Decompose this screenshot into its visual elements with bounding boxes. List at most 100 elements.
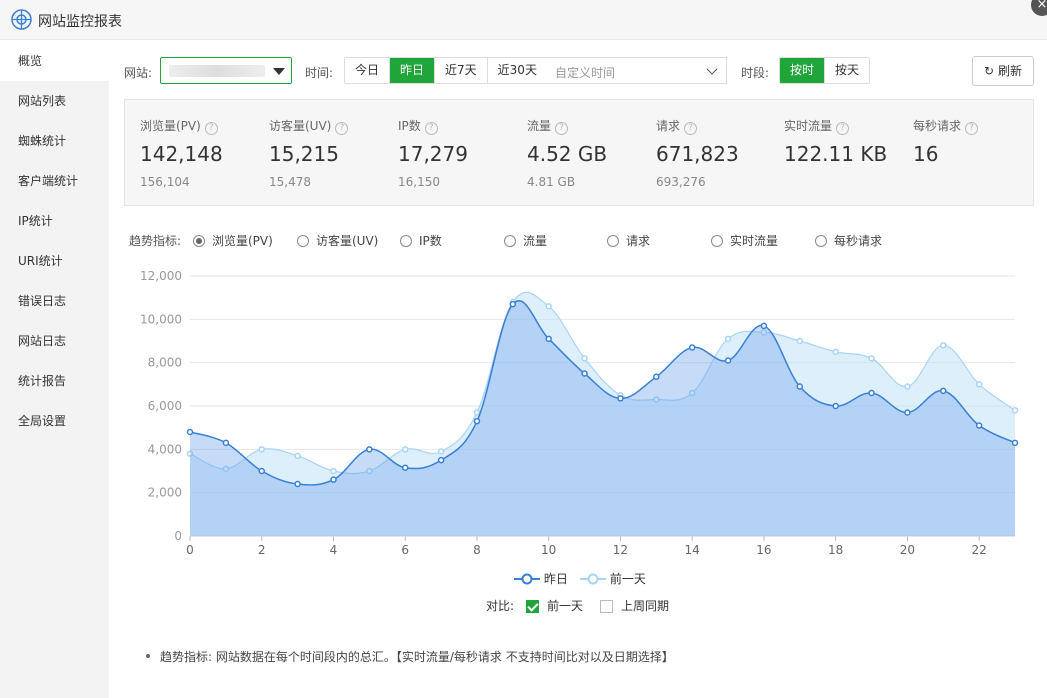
radio-icon	[504, 235, 516, 247]
period-group: 按时 按天	[779, 57, 871, 84]
y-tick-label: 8,000	[148, 356, 182, 370]
compare-label: 对比:	[486, 599, 515, 613]
sidebar-item-sites[interactable]: 网站列表	[0, 81, 109, 121]
x-tick-label: 0	[186, 543, 194, 557]
time-today-button[interactable]: 今日	[345, 58, 391, 83]
footnote: 趋势指标: 网站数据在每个时间段内的总汇。【实时流量/每秒请求 不支持时间比对以…	[146, 648, 674, 665]
data-point	[653, 373, 660, 380]
stat-prev: 15,478	[269, 175, 311, 189]
stat-prev: 4.81 GB	[527, 175, 576, 189]
data-point	[437, 448, 445, 455]
trend-chart[interactable]: 0 2,000 4,000 6,000 8,000 10,000 12,000 0 2 4 6 8 10…	[120, 262, 1030, 557]
stat-value: 671,823	[656, 142, 739, 166]
time-30days-button[interactable]: 近30天	[487, 58, 547, 83]
data-point	[330, 476, 337, 483]
data-point	[294, 480, 301, 488]
data-point	[832, 402, 839, 410]
stat-value: 4.52 GB	[527, 142, 608, 166]
trend-radio-rps[interactable]: 每秒请求	[815, 232, 882, 249]
stat-name: IP数	[398, 119, 421, 133]
x-tick-label: 16	[756, 543, 771, 557]
data-point	[186, 428, 194, 436]
radio-label: 每秒请求	[834, 234, 883, 248]
help-icon[interactable]: ?	[684, 122, 698, 135]
help-icon[interactable]: ?	[424, 122, 438, 135]
data-point	[366, 446, 373, 453]
legend-label: 前一天	[609, 572, 646, 586]
radio-checked-icon	[193, 235, 205, 247]
help-icon[interactable]: ?	[965, 122, 979, 135]
close-icon[interactable]: ×	[1031, 0, 1047, 16]
trend-radio-traffic[interactable]: 流量	[504, 232, 547, 249]
radio-label: 访客量(UV)	[316, 234, 379, 248]
sidebar-item-ip[interactable]: IP统计	[0, 201, 109, 241]
stat-name: 实时流量	[784, 119, 833, 133]
period-hourly-button[interactable]: 按时	[780, 58, 826, 83]
sidebar-item-overview[interactable]: 概览	[0, 41, 109, 81]
compare-last-week-checkbox[interactable]: 上周同期	[600, 597, 669, 614]
stat-prev: 16,150	[398, 175, 440, 189]
data-point	[868, 355, 875, 362]
compare-prev-day-checkbox[interactable]: 前一天	[526, 597, 583, 614]
help-icon[interactable]: ?	[555, 122, 569, 135]
period-daily-button[interactable]: 按天	[825, 58, 870, 83]
x-tick-label: 4	[330, 543, 338, 557]
stat-name: 每秒请求	[913, 119, 962, 133]
time-yesterday-button[interactable]: 昨日	[390, 58, 436, 83]
sidebar-item-spiders[interactable]: 蜘蛛统计	[0, 121, 109, 161]
stat-name: 流量	[527, 119, 552, 133]
sidebar-item-error-log[interactable]: 错误日志	[0, 281, 109, 321]
stats-panel: 浏览量(PV)? 142,148 156,104 访客量(UV)? 15,215…	[124, 99, 1034, 206]
trend-radio-pv[interactable]: 浏览量(PV)	[193, 232, 273, 249]
stat-value: 122.11 KB	[784, 142, 888, 166]
stat-prev: 693,276	[656, 175, 706, 189]
help-icon[interactable]: ?	[335, 122, 349, 135]
app-title: 网站监控报表	[38, 14, 122, 30]
checkbox-label: 上周同期	[621, 599, 670, 613]
chevron-down-icon	[706, 63, 718, 75]
site-select[interactable]	[160, 57, 292, 84]
radio-icon	[607, 235, 619, 247]
trend-radio-realtime[interactable]: 实时流量	[711, 232, 778, 249]
y-tick-label: 4,000	[148, 442, 182, 456]
title-bar: 网站监控报表 ×	[0, 0, 1047, 40]
refresh-button[interactable]: ↻ 刷新	[972, 56, 1034, 86]
data-point	[868, 389, 875, 397]
y-tick-label: 6,000	[148, 399, 182, 413]
sidebar-item-clients[interactable]: 客户端统计	[0, 161, 109, 201]
legend-today[interactable]: 昨日	[514, 570, 568, 587]
time-7days-button[interactable]: 近7天	[435, 58, 488, 83]
globe-logo-icon	[11, 9, 32, 30]
time-label: 时间:	[305, 66, 334, 80]
legend-prev[interactable]: 前一天	[580, 570, 646, 587]
sidebar: 概览 网站列表 蜘蛛统计 客户端统计 IP统计 URI统计 错误日志 网站日志 …	[0, 41, 109, 698]
trend-radio-requests[interactable]: 请求	[607, 232, 650, 249]
radio-icon	[711, 235, 723, 247]
sidebar-item-uri[interactable]: URI统计	[0, 241, 109, 281]
data-point	[473, 409, 481, 416]
sidebar-item-site-log[interactable]: 网站日志	[0, 321, 109, 361]
sidebar-item-settings[interactable]: 全局设置	[0, 401, 109, 441]
checkbox-label: 前一天	[547, 599, 584, 613]
stat-value: 16	[913, 142, 939, 166]
legend-line-icon	[514, 573, 540, 585]
help-icon[interactable]: ?	[836, 122, 850, 135]
trend-radio-ip[interactable]: IP数	[400, 232, 442, 249]
trend-radio-uv[interactable]: 访客量(UV)	[297, 232, 378, 249]
trend-label: 趋势指标:	[129, 234, 182, 248]
x-tick-label: 8	[473, 543, 481, 557]
x-tick-label: 12	[613, 543, 628, 557]
y-tick-label: 10,000	[140, 312, 182, 326]
sidebar-item-report[interactable]: 统计报告	[0, 361, 109, 401]
custom-time-input[interactable]: 自定义时间	[545, 57, 727, 84]
stat-value: 142,148	[140, 142, 223, 166]
data-point	[760, 322, 768, 330]
stat-value: 17,279	[398, 142, 468, 166]
legend-label: 昨日	[543, 572, 568, 586]
legend-line-icon	[580, 573, 606, 585]
data-point	[904, 409, 911, 416]
x-tick-label: 10	[541, 543, 556, 557]
data-point	[724, 357, 732, 364]
help-icon[interactable]: ?	[204, 122, 218, 135]
data-point	[940, 387, 947, 395]
